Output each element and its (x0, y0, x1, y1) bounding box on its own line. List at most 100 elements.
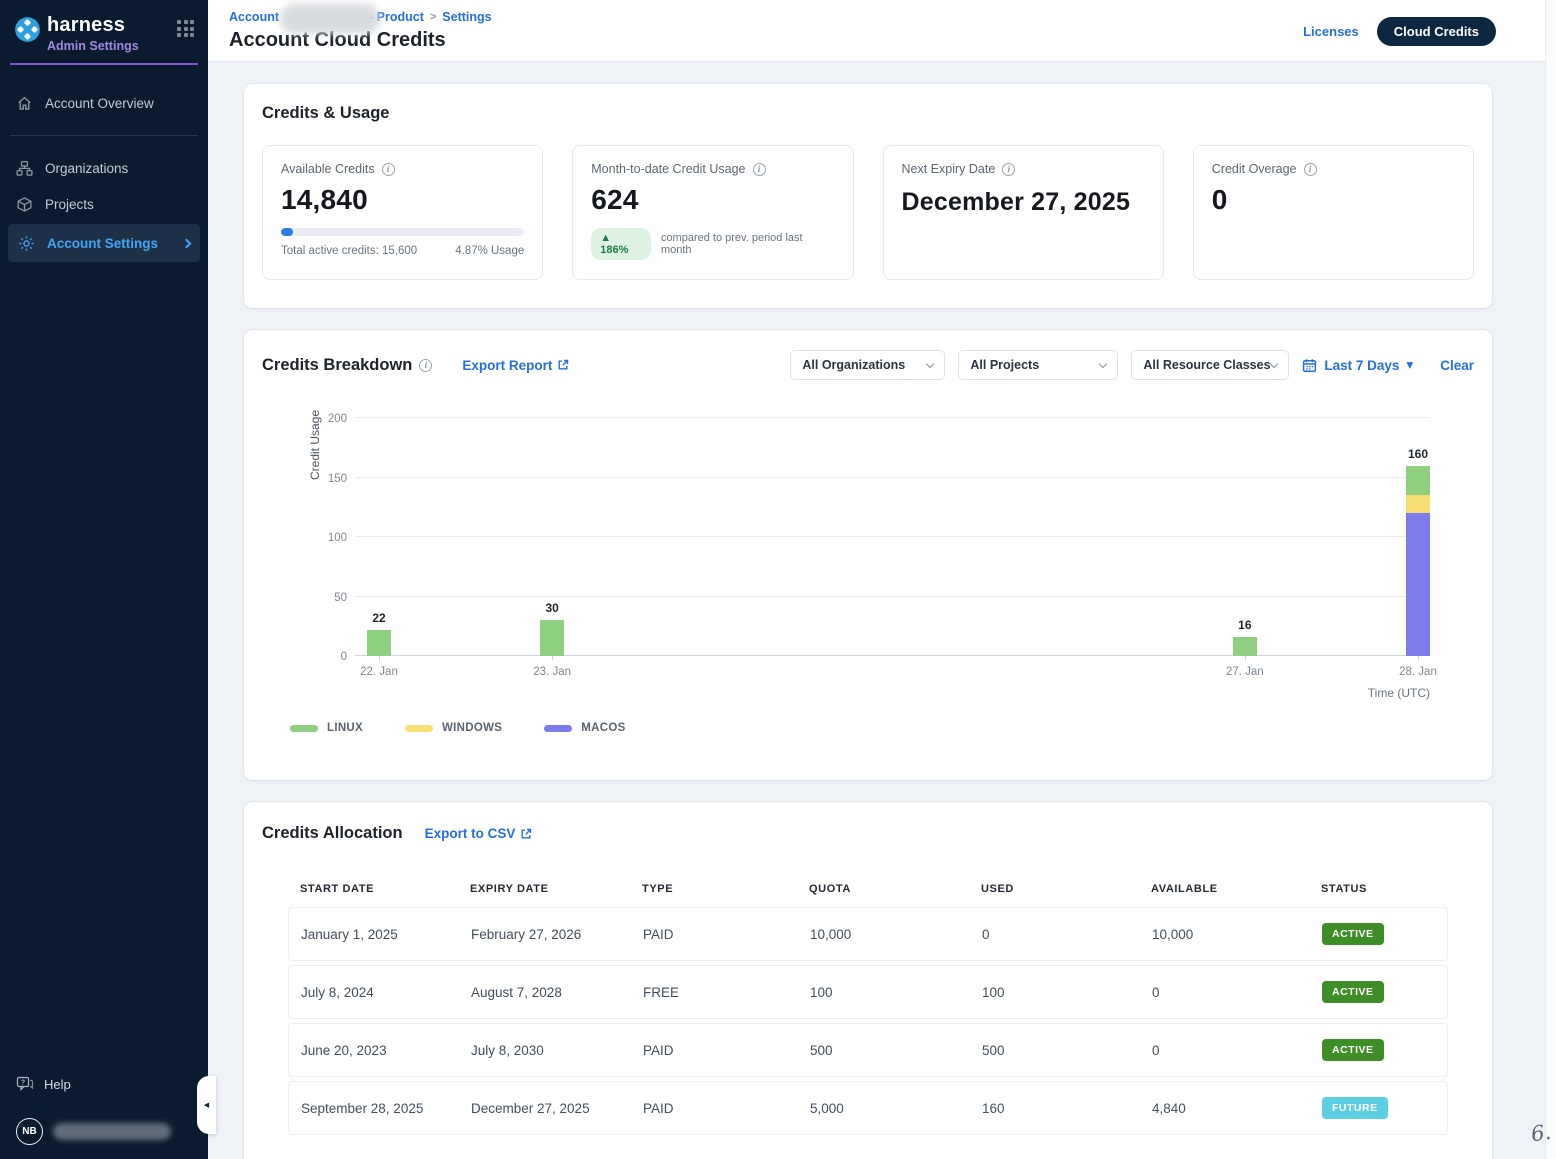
sidebar-item-projects[interactable]: Projects (0, 186, 208, 222)
cell-quota: 500 (810, 1043, 982, 1058)
help-chat-icon: ? (16, 1076, 34, 1092)
svg-text:?: ? (21, 1079, 25, 1086)
legend-item-macos[interactable]: MACOS (544, 722, 625, 734)
x-tick-mark (379, 656, 380, 660)
breadcrumb-account-link[interactable]: Account (229, 10, 279, 24)
status-badge: ACTIVE (1322, 923, 1384, 945)
allocation-table: START DATE EXPIRY DATE TYPE QUOTA USED A… (288, 883, 1448, 1135)
info-icon[interactable]: i (1002, 163, 1015, 176)
y-tick-label: 150 (309, 473, 347, 485)
status-badge: ACTIVE (1322, 1039, 1384, 1061)
licenses-link[interactable]: Licenses (1303, 24, 1359, 39)
chevron-right-icon (182, 238, 192, 248)
next-expiry-card: Next Expiry Datei December 27, 2025 (883, 145, 1164, 280)
export-csv-link[interactable]: Export to CSV (425, 826, 533, 841)
nav-divider (10, 135, 198, 136)
cell-quota: 100 (810, 985, 982, 1000)
cloud-credits-button[interactable]: Cloud Credits (1377, 17, 1496, 46)
help-button[interactable]: ? Help (16, 1076, 192, 1092)
x-tick-mark (1245, 656, 1246, 660)
sidebar-item-organizations[interactable]: Organizations (0, 150, 208, 186)
help-label: Help (44, 1077, 71, 1092)
date-range-picker[interactable]: Last 7 Days ▾ (1302, 357, 1413, 373)
sidebar-item-label: Account Overview (45, 96, 154, 111)
organizations-select[interactable]: All Organizations (790, 350, 945, 380)
brand-name: harness (47, 14, 139, 36)
stat-label: Month-to-date Credit Usage (591, 162, 745, 176)
total-active-credits: Total active credits: 15,600 (281, 245, 417, 257)
bar-value-label: 16 (1215, 618, 1275, 632)
cell-type: PAID (643, 1043, 810, 1058)
available-credits-card: Available Creditsi 14,840 Total active c… (262, 145, 543, 280)
up-triangle-icon: ▲ (600, 232, 611, 244)
sidebar-bottom: ? Help NB (0, 1076, 208, 1159)
cell-available: 10,000 (1152, 927, 1322, 942)
cell-start-date: January 1, 2025 (301, 927, 471, 942)
usage-percent: 4.87% Usage (455, 245, 524, 257)
stat-label: Next Expiry Date (902, 162, 996, 176)
table-header-row: START DATE EXPIRY DATE TYPE QUOTA USED A… (288, 883, 1448, 895)
cell-start-date: June 20, 2023 (301, 1043, 471, 1058)
breadcrumb-settings-link[interactable]: Settings (442, 10, 491, 24)
scrollbar-track[interactable] (1545, 0, 1556, 1159)
credit-overage-card: Credit Overagei 0 (1193, 145, 1474, 280)
mtd-usage-card: Month-to-date Credit Usagei 624 ▲ 186% c… (572, 145, 853, 280)
chevron-down-icon (926, 359, 934, 367)
credits-chart: Credit Usage 0501001502002222. Jan3023. … (355, 418, 1430, 656)
calendar-icon (1302, 358, 1317, 373)
sidebar-item-account-settings[interactable]: Account Settings (8, 224, 200, 262)
col-quota: QUOTA (809, 883, 981, 895)
chart-legend: LINUX WINDOWS MACOS (290, 722, 1474, 734)
projects-select[interactable]: All Projects (958, 350, 1118, 380)
credits-progress-fill (281, 228, 293, 236)
sidebar-item-label: Organizations (45, 161, 128, 176)
status-badge: ACTIVE (1322, 981, 1384, 1003)
y-tick-label: 50 (309, 592, 347, 604)
page-header: Account - Product > Settings Account Clo… (208, 0, 1556, 62)
sidebar-collapse-handle[interactable]: ◀ (197, 1076, 216, 1134)
gridline (355, 417, 1430, 418)
credit-overage-value: 0 (1212, 184, 1455, 216)
bar-value-label: 22 (349, 611, 409, 625)
cell-available: 0 (1152, 985, 1322, 1000)
legend-item-linux[interactable]: LINUX (290, 722, 363, 734)
cell-type: FREE (643, 985, 810, 1000)
credits-allocation-title: Credits Allocation (262, 824, 403, 843)
resource-classes-select[interactable]: All Resource Classes (1131, 350, 1289, 380)
chevron-down-icon (1099, 359, 1107, 367)
cell-start-date: July 8, 2024 (301, 985, 471, 1000)
table-row: January 1, 2025 February 27, 2026 PAID 1… (288, 907, 1448, 961)
bar-segment (367, 630, 391, 656)
cell-expiry-date: July 8, 2030 (471, 1043, 643, 1058)
table-body: January 1, 2025 February 27, 2026 PAID 1… (288, 907, 1448, 1135)
export-report-link[interactable]: Export Report (462, 358, 569, 373)
col-available: AVAILABLE (1151, 883, 1321, 895)
redacted-text (53, 1123, 171, 1140)
info-icon[interactable]: i (753, 163, 766, 176)
credits-progress-bar (281, 228, 524, 236)
macos-swatch (544, 725, 572, 732)
table-row: July 8, 2024 August 7, 2028 FREE 100 100… (288, 965, 1448, 1019)
brand-subtitle: Admin Settings (47, 39, 139, 53)
app-grid-icon[interactable] (177, 20, 194, 37)
clear-filters-link[interactable]: Clear (1440, 358, 1474, 373)
table-row: September 28, 2025 December 27, 2025 PAI… (288, 1081, 1448, 1135)
avatar[interactable]: NB (16, 1118, 43, 1145)
gridline (355, 477, 1430, 478)
cell-available: 4,840 (1152, 1101, 1322, 1116)
info-icon[interactable]: i (419, 359, 432, 372)
status-badge: FUTURE (1322, 1097, 1388, 1119)
sidebar-item-account-overview[interactable]: Account Overview (0, 85, 208, 121)
bar-segment (540, 620, 564, 656)
legend-item-windows[interactable]: WINDOWS (405, 722, 502, 734)
stat-label: Available Credits (281, 162, 375, 176)
x-tick-label: 27. Jan (1205, 666, 1285, 678)
cell-quota: 5,000 (810, 1101, 982, 1116)
cell-type: PAID (643, 927, 810, 942)
cube-icon (16, 196, 33, 213)
windows-swatch (405, 725, 433, 732)
gridline (355, 655, 1430, 656)
info-icon[interactable]: i (382, 163, 395, 176)
info-icon[interactable]: i (1304, 163, 1317, 176)
redacted-text (280, 4, 380, 34)
